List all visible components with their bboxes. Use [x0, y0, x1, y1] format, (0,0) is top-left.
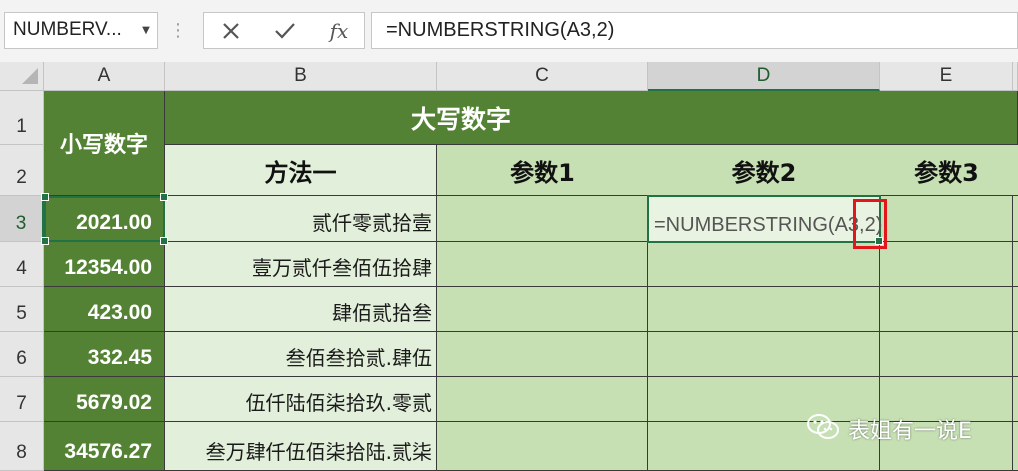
cell-d5[interactable]	[648, 287, 880, 332]
insert-function-icon[interactable]: fx	[314, 13, 364, 48]
cell-a6[interactable]: 332.45	[44, 332, 165, 377]
cell-e6[interactable]	[880, 332, 1013, 377]
cell-a5[interactable]: 423.00	[44, 287, 165, 332]
cell-a7[interactable]: 5679.02	[44, 377, 165, 422]
confirm-check-icon[interactable]	[260, 13, 310, 48]
resize-handle[interactable]	[41, 193, 49, 201]
header-cell-param1[interactable]: 参数1	[437, 145, 648, 196]
column-header-d[interactable]: D	[648, 62, 880, 91]
formula-buttons: fx	[203, 12, 365, 49]
column-header-a[interactable]: A	[44, 62, 165, 91]
cell-a8[interactable]: 34576.27	[44, 422, 165, 471]
header-cell-param2[interactable]: 参数2	[648, 145, 880, 196]
header-cell-capital-number[interactable]: 大写数字	[165, 91, 1018, 145]
cell-d4[interactable]	[648, 242, 880, 287]
formula-input[interactable]: =NUMBERSTRING(A3,2)	[371, 12, 1018, 49]
cell-b3[interactable]: 贰仟零贰拾壹	[165, 196, 437, 242]
cell-c7[interactable]	[437, 377, 648, 422]
watermark: 表姐有一说E	[806, 412, 1006, 446]
cell-c3[interactable]	[437, 196, 648, 242]
row-header-2[interactable]: 2	[0, 145, 44, 196]
wechat-logo-icon	[806, 412, 840, 446]
cell-e3[interactable]	[880, 196, 1013, 242]
reference-highlight-a3	[44, 196, 165, 242]
cell-e5[interactable]	[880, 287, 1013, 332]
column-header-e[interactable]: E	[880, 62, 1013, 91]
cell-f8[interactable]	[1013, 422, 1018, 471]
column-header-f[interactable]	[1013, 62, 1018, 91]
row-header-5[interactable]: 5	[0, 287, 44, 332]
watermark-text: 表姐有一说E	[848, 419, 972, 444]
row-header-6[interactable]: 6	[0, 332, 44, 377]
row-header-1[interactable]: 1	[0, 91, 44, 145]
resize-handle[interactable]	[160, 237, 168, 245]
header-cell-method1[interactable]: 方法一	[165, 145, 437, 196]
header-cell-small-number[interactable]: 小写数字	[44, 91, 165, 196]
cell-edit-text: =NUMBERSTRING(A3,2)	[654, 214, 883, 236]
cell-b4[interactable]: 壹万贰仟叁佰伍拾肆	[165, 242, 437, 287]
cell-c6[interactable]	[437, 332, 648, 377]
cell-f2[interactable]	[1013, 145, 1018, 196]
annotation-highlight-box	[853, 199, 887, 249]
row-header-4[interactable]: 4	[0, 242, 44, 287]
row-header-8[interactable]: 8	[0, 422, 44, 471]
cell-e4[interactable]	[880, 242, 1013, 287]
cell-a4[interactable]: 12354.00	[44, 242, 165, 287]
cell-b8[interactable]: 叁万肆仟伍佰柒拾陆.贰柒	[165, 422, 437, 471]
header-cell-param3[interactable]: 参数3	[880, 145, 1013, 196]
cell-f7[interactable]	[1013, 377, 1018, 422]
cell-f6[interactable]	[1013, 332, 1018, 377]
cell-f5[interactable]	[1013, 287, 1018, 332]
column-header-c[interactable]: C	[437, 62, 648, 91]
cell-c4[interactable]	[437, 242, 648, 287]
cancel-icon[interactable]	[206, 13, 256, 48]
cell-d6[interactable]	[648, 332, 880, 377]
cell-b5[interactable]: 肆佰贰拾叁	[165, 287, 437, 332]
resize-handle[interactable]	[160, 193, 168, 201]
select-all-triangle-icon	[22, 68, 38, 84]
cell-b7[interactable]: 伍仟陆佰柒拾玖.零贰	[165, 377, 437, 422]
cell-c8[interactable]	[437, 422, 648, 471]
chevron-down-icon[interactable]: ▼	[136, 12, 156, 49]
row-header-7[interactable]: 7	[0, 377, 44, 422]
drag-handle-icon[interactable]: ⋮	[169, 12, 187, 49]
cell-f3[interactable]	[1013, 196, 1018, 242]
cell-c5[interactable]	[437, 287, 648, 332]
row-header-3[interactable]: 3	[0, 196, 44, 242]
resize-handle[interactable]	[41, 237, 49, 245]
name-box[interactable]: NUMBERV...	[4, 12, 158, 49]
cell-b6[interactable]: 叁佰叁拾贰.肆伍	[165, 332, 437, 377]
cell-f4[interactable]	[1013, 242, 1018, 287]
column-header-b[interactable]: B	[165, 62, 437, 91]
